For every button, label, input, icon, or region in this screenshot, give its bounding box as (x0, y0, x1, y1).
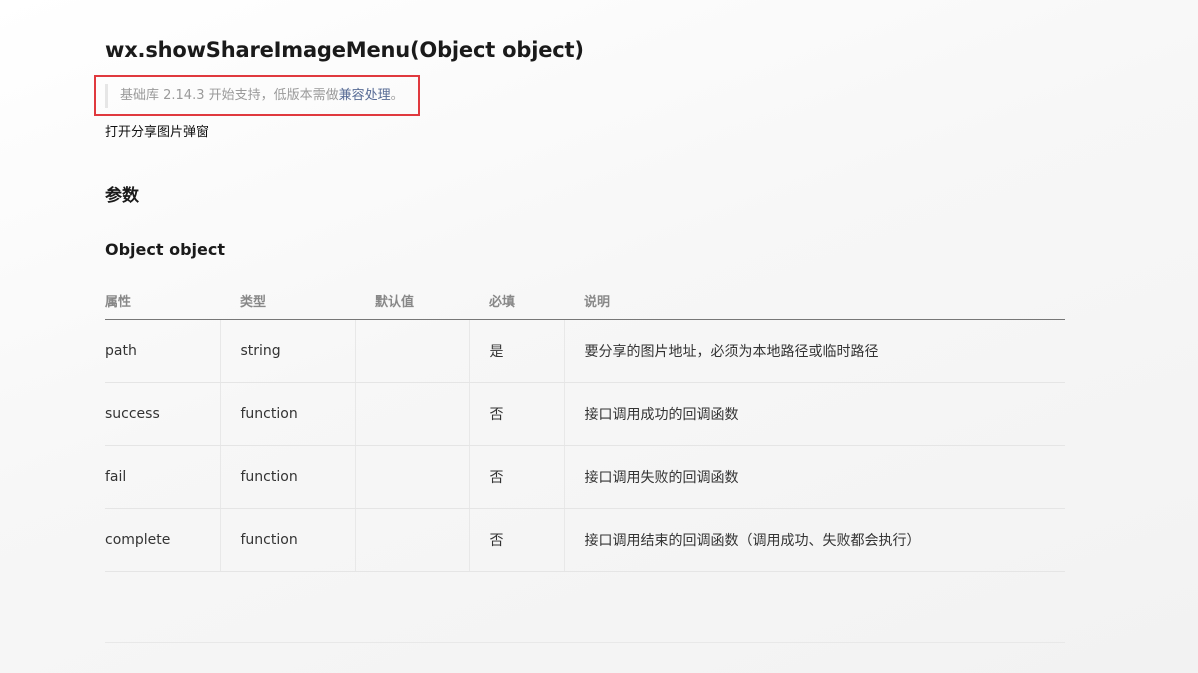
cell-default (354, 382, 469, 446)
cell-description: 要分享的图片地址，必须为本地路径或临时路径 (563, 319, 1065, 383)
header-required: 必填 (469, 281, 564, 320)
table-header-row: 属性 类型 默认值 必填 说明 (105, 281, 1065, 320)
header-default: 默认值 (355, 281, 469, 320)
table-row: fail function 否 接口调用失败的回调函数 (105, 445, 1065, 509)
table-row: path string 是 要分享的图片地址，必须为本地路径或临时路径 (105, 319, 1065, 383)
cell-description: 接口调用结束的回调函数（调用成功、失败都会执行） (563, 508, 1065, 572)
api-description: 打开分享图片弹窗 (105, 125, 210, 140)
params-heading: 参数 (105, 186, 139, 206)
cell-type: function (219, 508, 355, 572)
cell-name: complete (105, 508, 220, 572)
table-row: success function 否 接口调用成功的回调函数 (105, 382, 1065, 446)
cell-required: 否 (468, 382, 564, 446)
compat-link[interactable]: 兼容处理 (339, 88, 391, 103)
cell-description: 接口调用失败的回调函数 (563, 445, 1065, 509)
cell-required: 否 (468, 508, 564, 572)
table-row: complete function 否 接口调用结束的回调函数（调用成功、失败都… (105, 508, 1065, 572)
support-note: 基础库 2.14.3 开始支持，低版本需做兼容处理。 (105, 84, 404, 108)
cell-required: 是 (468, 319, 564, 383)
cell-type: function (219, 445, 355, 509)
cell-description: 接口调用成功的回调函数 (563, 382, 1065, 446)
cell-name: path (105, 319, 220, 383)
cell-type: function (219, 382, 355, 446)
header-description: 说明 (564, 281, 1065, 320)
params-table: 属性 类型 默认值 必填 说明 path string 是 要分享的图片地址，必… (105, 281, 1065, 572)
cell-name: success (105, 382, 220, 446)
cell-name: fail (105, 445, 220, 509)
support-note-text: 基础库 2.14.3 开始支持，低版本需做 (120, 88, 339, 103)
header-attribute: 属性 (105, 281, 220, 320)
section-divider (105, 642, 1065, 643)
cell-default (354, 508, 469, 572)
cell-default (354, 319, 469, 383)
page-title: wx.showShareImageMenu(Object object) (105, 38, 584, 62)
cell-type: string (219, 319, 355, 383)
support-note-suffix: 。 (390, 88, 404, 103)
object-heading: Object object (105, 240, 226, 259)
cell-required: 否 (468, 445, 564, 509)
header-type: 类型 (220, 281, 355, 320)
cell-default (354, 445, 469, 509)
